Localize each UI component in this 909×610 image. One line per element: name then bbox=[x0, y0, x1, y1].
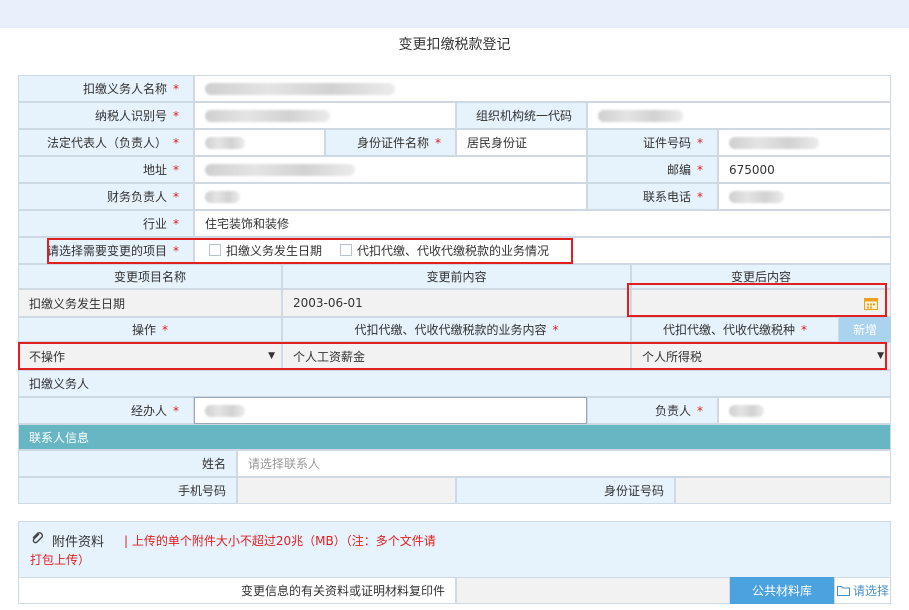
finance-head-value bbox=[194, 183, 587, 210]
industry-label: 行业 * bbox=[18, 210, 194, 237]
checkbox-icon[interactable] bbox=[340, 244, 353, 256]
material-file-field bbox=[456, 577, 730, 604]
change-after-date-input[interactable] bbox=[631, 289, 891, 317]
contact-section-header: 联系人信息 bbox=[18, 424, 891, 450]
public-library-button[interactable]: 公共材料库 bbox=[730, 577, 834, 604]
industry-value: 住宅装饰和装修 bbox=[194, 210, 891, 237]
postcode-label: 邮编 * bbox=[587, 156, 718, 183]
phone-value bbox=[718, 183, 891, 210]
attachments-note-line2: 打包上传） bbox=[30, 553, 91, 567]
operation-select[interactable]: 不操作 ▼ bbox=[18, 342, 282, 370]
org-code-label: 组织机构统一代码 bbox=[456, 102, 587, 129]
idno-label: 身份证号码 bbox=[456, 477, 675, 504]
chevron-down-icon: ▼ bbox=[877, 351, 884, 361]
add-row-button[interactable]: 新增 bbox=[839, 317, 891, 342]
top-bar bbox=[0, 0, 909, 28]
change-select-label: 请选择需要变更的项目 * bbox=[18, 237, 194, 264]
handler-input[interactable] bbox=[194, 397, 587, 424]
calendar-icon[interactable] bbox=[864, 297, 878, 310]
address-label: 地址 * bbox=[18, 156, 194, 183]
taxpayer-id-label: 纳税人识别号 * bbox=[18, 102, 194, 129]
address-value bbox=[194, 156, 587, 183]
content-select[interactable]: 个人工资薪金 bbox=[282, 342, 631, 370]
change-header-after: 变更后内容 bbox=[631, 264, 891, 289]
mobile-label: 手机号码 bbox=[18, 477, 237, 504]
withholder-name-value bbox=[194, 75, 891, 102]
responsible-value bbox=[718, 397, 891, 424]
change-option-date[interactable]: 扣缴义务发生日期 bbox=[197, 242, 322, 259]
attachments-title: 附件资料 bbox=[52, 535, 105, 550]
responsible-label: 负责人 * bbox=[587, 397, 718, 424]
tax-type-select[interactable]: 个人所得税 ▼ bbox=[631, 342, 891, 370]
change-header-before: 变更前内容 bbox=[282, 264, 631, 289]
change-row-item: 扣缴义务发生日期 bbox=[18, 289, 282, 317]
ops-header-taxtype: 代扣代缴、代收代缴税种 * bbox=[631, 317, 839, 342]
contact-name-label: 姓名 bbox=[18, 450, 237, 477]
change-row-before: 2003-06-01 bbox=[282, 289, 631, 317]
id-type-value: 居民身份证 bbox=[456, 129, 587, 156]
mobile-value bbox=[237, 477, 456, 504]
attachments-note-line1: | 上传的单个附件大小不超过20兆（MB）（注：多个文件请 bbox=[124, 534, 436, 548]
id-number-value bbox=[718, 129, 891, 156]
material-label: 变更信息的有关资料或证明材料复印件 bbox=[18, 577, 456, 604]
change-header-item: 变更项目名称 bbox=[18, 264, 282, 289]
id-type-label: 身份证件名称 * bbox=[325, 129, 456, 156]
select-file-button[interactable]: 请选择 bbox=[834, 577, 891, 604]
checkbox-icon[interactable] bbox=[209, 244, 221, 256]
taxpayer-id-value bbox=[194, 102, 456, 129]
phone-label: 联系电话 * bbox=[587, 183, 718, 210]
ops-header-content: 代扣代缴、代收代缴税款的业务内容 * bbox=[282, 317, 631, 342]
legal-rep-label: 法定代表人（负责人） * bbox=[18, 129, 194, 156]
folder-icon bbox=[837, 586, 850, 596]
handler-label: 经办人 * bbox=[18, 397, 194, 424]
change-option-business[interactable]: 代扣代缴、代收代缴税款的业务情况 bbox=[322, 242, 549, 259]
finance-head-label: 财务负责人 * bbox=[18, 183, 194, 210]
postcode-value: 675000 bbox=[718, 156, 891, 183]
org-code-value bbox=[587, 102, 891, 129]
paperclip-icon bbox=[32, 532, 43, 544]
id-number-label: 证件号码 * bbox=[587, 129, 718, 156]
agent-section-label: 扣缴义务人 bbox=[18, 370, 891, 397]
page-title: 变更扣缴税款登记 bbox=[398, 37, 511, 53]
legal-rep-value bbox=[194, 129, 325, 156]
ops-header-operation: 操作 * bbox=[18, 317, 282, 342]
change-options: 扣缴义务发生日期 代扣代缴、代收代缴税款的业务情况 bbox=[194, 237, 891, 264]
idno-value bbox=[675, 477, 891, 504]
contact-name-input[interactable]: 请选择联系人 bbox=[237, 450, 891, 477]
withholder-name-label: 扣缴义务人名称 * bbox=[18, 75, 194, 102]
chevron-down-icon: ▼ bbox=[268, 351, 275, 361]
